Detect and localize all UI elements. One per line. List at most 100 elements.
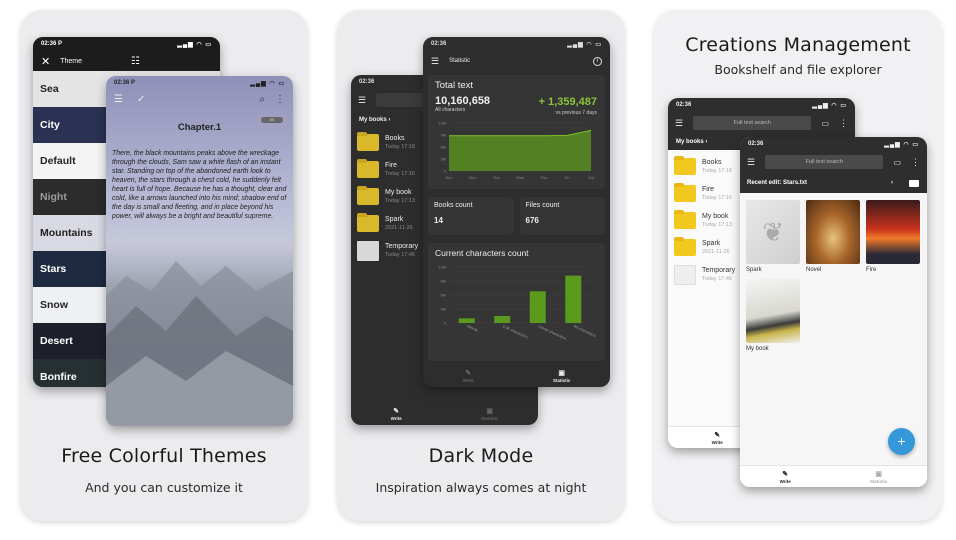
file-name: Fire [702,186,715,193]
header-title: Theme [60,57,83,65]
nav-label: Write [711,439,723,445]
book-tile[interactable]: My book [746,279,800,352]
menu-icon[interactable]: ☰ [747,157,755,168]
status-time: 02:36 [359,79,375,85]
menu-icon[interactable]: ☰ [114,94,123,105]
info-icon[interactable]: i [593,56,602,66]
pencil-icon: ✎ [393,408,400,415]
theme-name: Desert [40,335,73,347]
theme-name: Snow [40,299,68,311]
nav-statistic[interactable]: ▣ Statistic [553,369,571,383]
document-icon [674,264,696,285]
close-icon[interactable]: ✕ [41,55,50,68]
menu-icon[interactable]: ☰ [675,118,683,129]
pencil-icon: ✎ [714,431,721,439]
nav-write[interactable]: ✎ Write [463,369,474,383]
nav-write[interactable]: ✎ Write [391,407,402,421]
file-text: Spark 2021-11-26 [702,240,730,255]
counts-row: Books count 14 Files count 676 [428,193,605,239]
file-name: Books [702,159,722,166]
delta-caption: vs previous 7 days [555,110,597,116]
folder-icon[interactable] [909,179,919,187]
nav-label: Write [462,378,474,383]
nav-statistic[interactable]: ▣ Statistic [481,407,499,421]
x-tick-label: Literal characters [537,323,567,341]
chevron-right-icon[interactable]: › [891,180,893,186]
menu-icon[interactable]: ☰ [431,56,439,67]
search-icon[interactable]: ⌕ [259,94,265,105]
recent-edit-bar[interactable]: Recent edit: Stars.txt › [740,173,927,193]
chart-icon: ▣ [558,370,565,377]
folder-icon [674,156,696,175]
laptop-icon[interactable]: ▭ [821,119,829,128]
folder-icon [357,132,379,151]
bottom-nav: ✎ Write ▣ Statistic [423,365,610,387]
file-text: Fire Today 17:16 [702,186,732,201]
folder-icon [674,237,696,256]
folder-icon [674,183,696,202]
bookshelf-screen: 02:36 ▂▄▆ ◠ ▭ ☰ Full text search ▭ ⋮ Rec… [740,137,927,487]
panel-title: Dark Mode [428,445,534,467]
signal-wifi-battery-icon: ▂▄▆ ◠ ▭ [567,41,602,48]
book-tile[interactable]: ❦ Spark [746,200,800,273]
status-bar: 02:36 P ▂▄▆ ◠ ▭ [33,37,220,51]
file-text: My book Today 17:13 [385,189,415,204]
nav-write[interactable]: ✎ Write [780,470,791,484]
panel-title: Creations Management [685,34,911,56]
file-name: Books [385,135,405,142]
chart-icon: ▣ [875,470,882,478]
status-time: 02:36 [431,41,447,47]
folder-icon [357,213,379,232]
add-button[interactable]: + [888,428,915,455]
laptop-icon[interactable]: ▭ [893,158,901,167]
more-icon[interactable]: ⋮ [839,118,848,129]
delta-value: + 1,359,487 [538,96,597,108]
status-time: 02:36 [748,141,764,147]
check-icon[interactable]: ✓ [137,94,145,105]
panel-title: Free Colorful Themes [61,445,267,467]
nav-label: Write [779,478,791,484]
x-tick-label: Thu [540,175,547,180]
card-title: Current characters count [435,248,529,258]
books-count-label: Books count [434,202,473,209]
book-tile[interactable]: Novel [806,200,860,273]
stat-header: ☰ Statistic i [423,51,610,71]
nav-label: Statistic [552,378,571,383]
theme-name: Mountains [40,227,93,239]
folder-icon [357,159,379,178]
file-name: Fire [385,162,398,169]
bottom-nav: ✎ Write ▣ Statistic [740,465,927,487]
word-count-badge: 60 [261,117,283,123]
recent-label: Recent edit: [747,180,782,186]
file-name: Temporary [385,243,419,250]
nav-write[interactable]: ✎ Write [712,431,723,445]
x-tick-label: All characters [573,323,596,338]
characters-card: Current characters count 0 3M 6M 9M 12M Words… [428,243,605,361]
status-bar: 02:36 ▂▄▆ ◠ ▭ [668,98,855,112]
theme-name: Night [40,191,67,203]
status-bar: 02:36 ▂▄▆ ◠ ▭ [423,37,610,51]
search-input[interactable]: Full text search [693,116,812,130]
file-date: Today 17:16 [702,195,732,201]
books-count-value: 14 [434,216,443,225]
nav-label: Write [390,416,402,421]
chapter-body[interactable]: There, the black mountains peaks above t… [106,149,293,221]
nav-statistic[interactable]: ▣ Statistic [870,470,888,484]
file-date: Today 17:46 [385,252,415,258]
bar [565,275,582,323]
search-input[interactable]: Full text search [765,155,884,169]
file-text: Temporary Today 17:46 [702,267,735,282]
tune-icon[interactable]: ☷ [131,56,140,67]
recent-file[interactable]: Stars.txt [783,180,807,186]
chapter-title: Chapter.1 [177,122,222,133]
menu-icon[interactable]: ☰ [358,95,366,106]
y-tick-label: 6M [440,145,446,150]
more-icon[interactable]: ⋮ [911,157,920,168]
book-cover: ❦ [746,200,800,264]
more-icon[interactable]: ⋮ [275,94,285,105]
theme-name: Bonfire [40,371,77,383]
book-tile[interactable]: Fire [866,200,920,273]
file-text: Books Today 17:18 [702,159,732,174]
file-date: Today 17:46 [702,276,732,282]
file-name: Temporary [702,267,736,274]
